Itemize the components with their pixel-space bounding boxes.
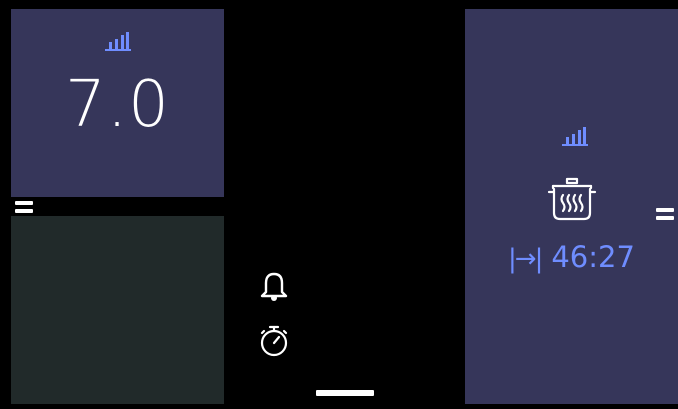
power-level-value: 7.0 bbox=[65, 68, 170, 142]
cooking-zone-top-left[interactable]: 7.0 bbox=[11, 9, 224, 197]
home-indicator[interactable] bbox=[316, 390, 374, 396]
grip-icon[interactable] bbox=[15, 201, 33, 217]
bell-icon[interactable] bbox=[257, 268, 291, 302]
stopwatch-icon[interactable] bbox=[258, 324, 292, 358]
grip-icon[interactable] bbox=[656, 208, 674, 224]
timer-value: 46:27 bbox=[551, 240, 635, 274]
pot-steam-icon bbox=[547, 177, 597, 223]
timer-arrow-icon: |→| bbox=[508, 244, 543, 274]
timer-readout: |→| 46:27 bbox=[465, 240, 678, 274]
power-level-icon bbox=[562, 127, 588, 147]
power-level-icon bbox=[105, 32, 131, 52]
cooking-zone-bottom-left[interactable] bbox=[11, 216, 224, 404]
cooking-zone-right[interactable]: |→| 46:27 bbox=[465, 9, 678, 404]
